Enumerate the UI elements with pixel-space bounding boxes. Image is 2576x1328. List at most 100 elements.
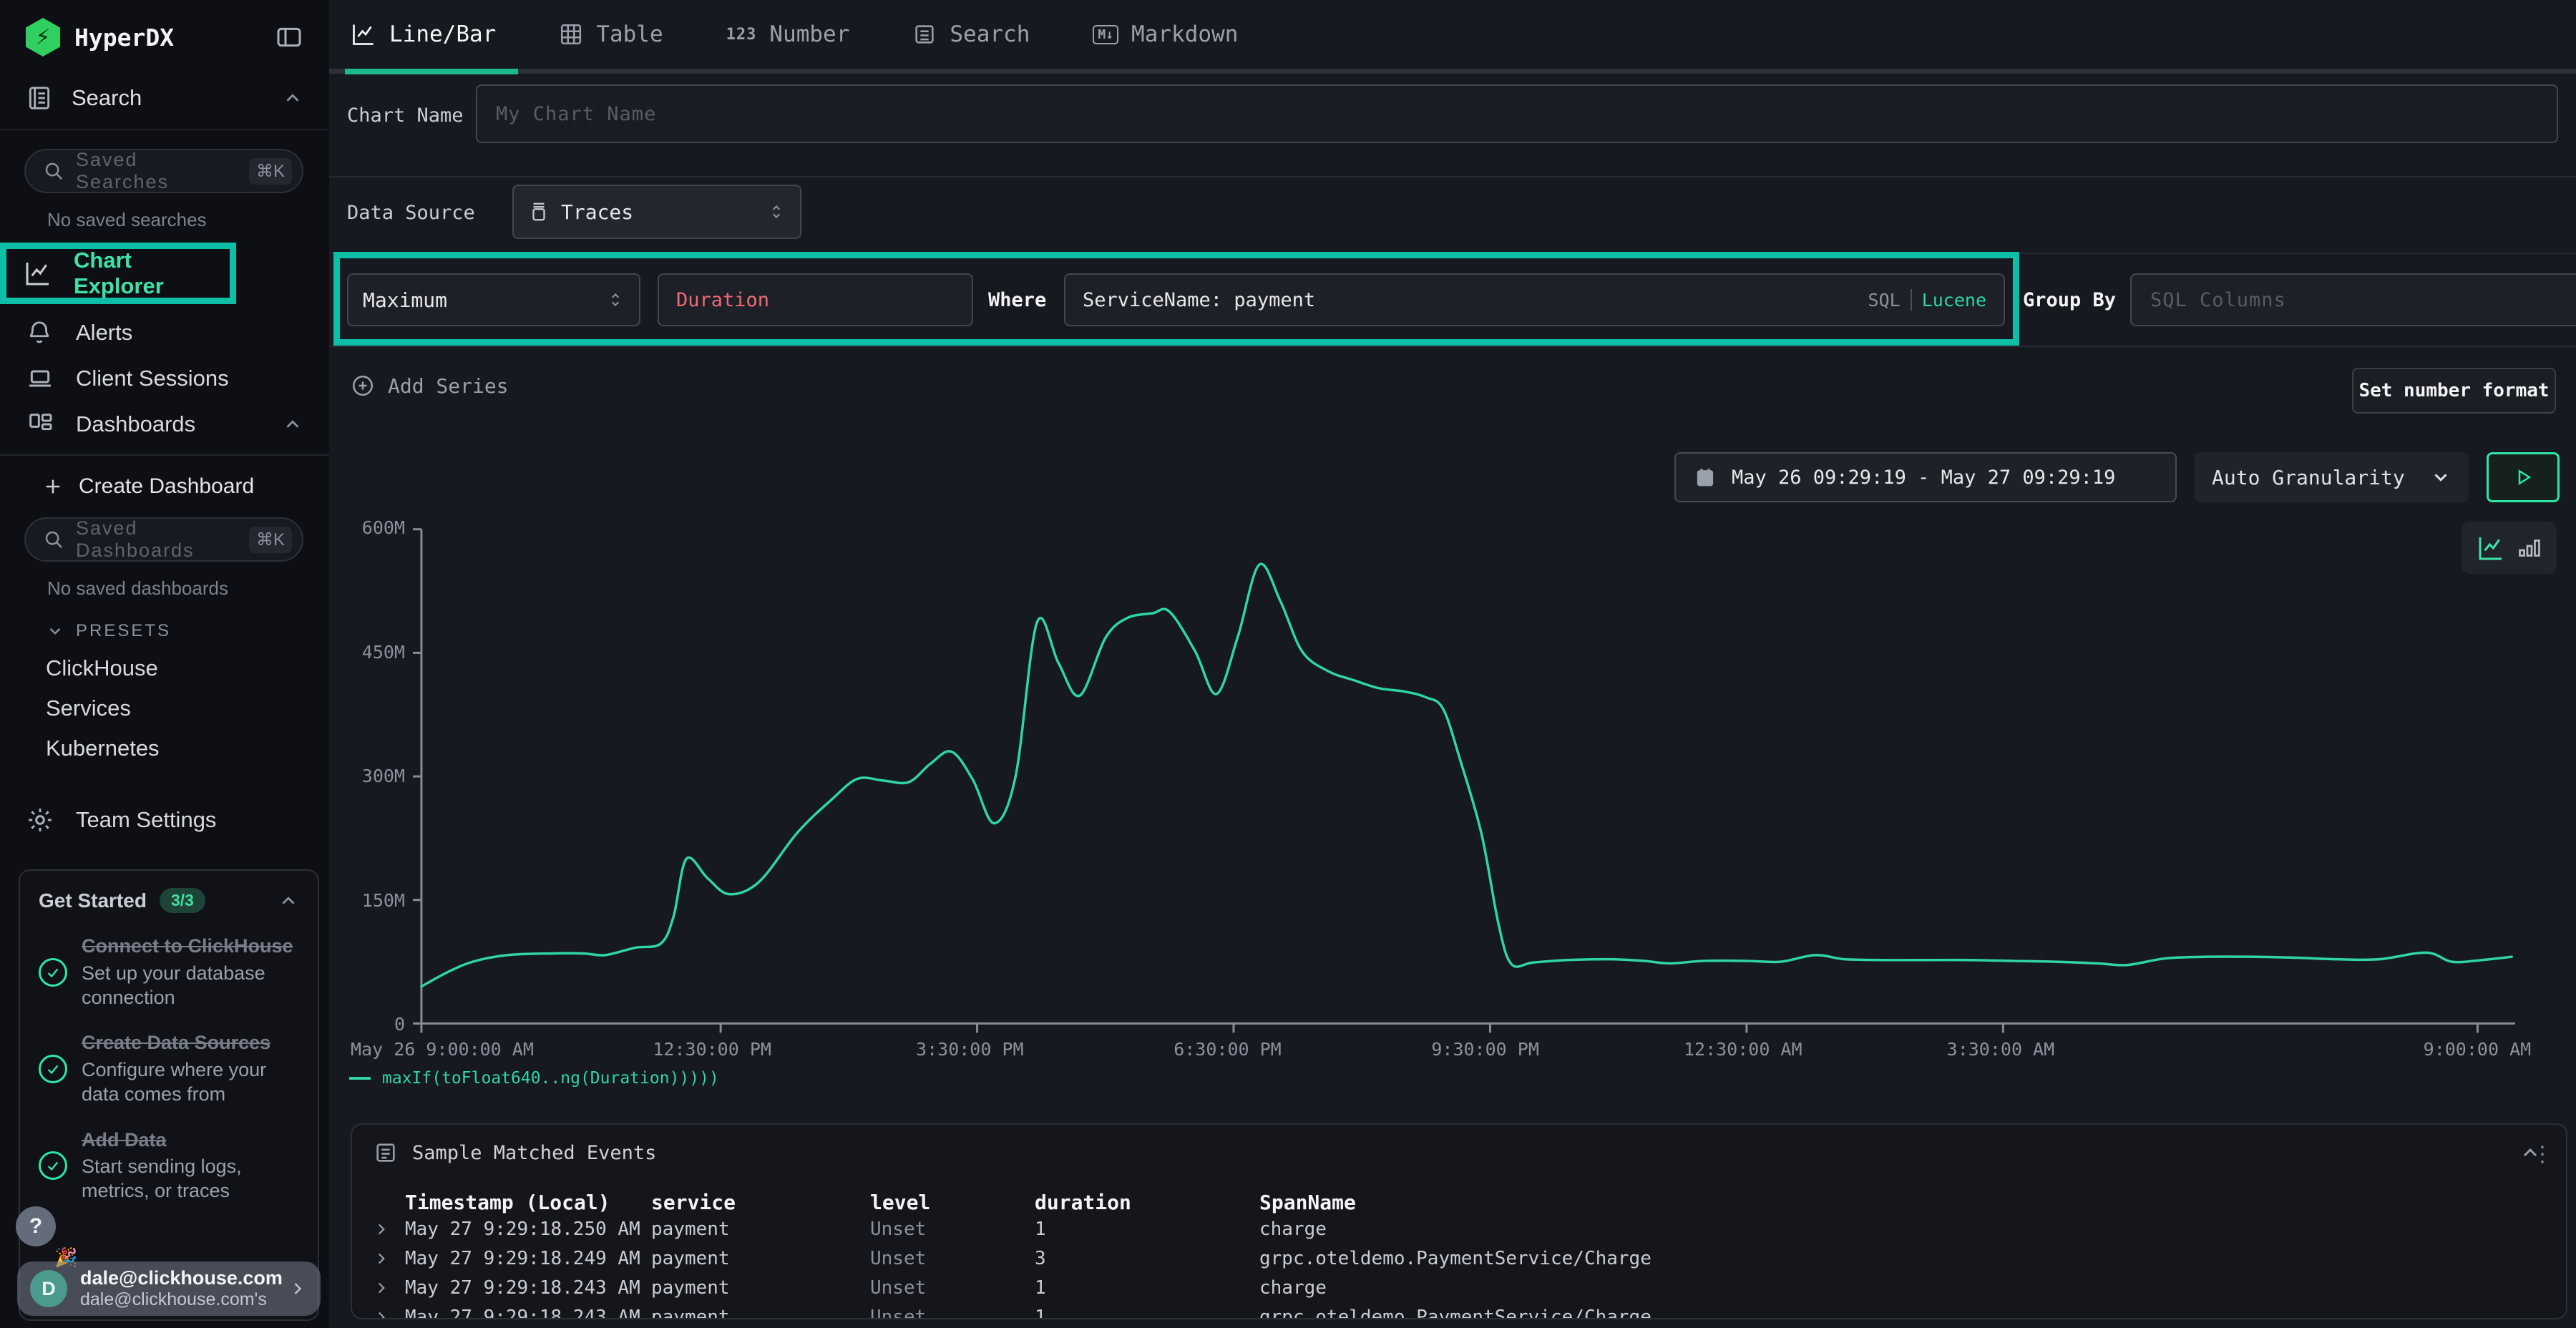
chart-type-tabbar: Line/Bar Table 123Number Search M↓Markdown: [329, 0, 2576, 74]
saved-searches-input[interactable]: Saved Searches ⌘K: [24, 149, 303, 193]
x-axis-tick-label: 9:30:00 PM: [1431, 1039, 1539, 1060]
tab-label: Number: [769, 21, 849, 47]
user-email: dale@clickhouse.com: [80, 1267, 275, 1289]
search-icon: [43, 160, 64, 182]
step-subtitle: Start sending logs, metrics, or traces: [82, 1155, 299, 1204]
markdown-icon: M↓: [1093, 25, 1118, 44]
tab-number[interactable]: 123Number: [726, 21, 850, 47]
check-circle-icon: [39, 1055, 67, 1083]
field-input[interactable]: Duration: [658, 273, 973, 326]
chevron-up-icon: [282, 414, 303, 435]
chart-name-label: Chart Name: [347, 104, 464, 127]
step-subtitle: Set up your database connection: [82, 962, 299, 1010]
sidebar-item-team-settings[interactable]: Team Settings: [0, 806, 329, 834]
column-header-spanname[interactable]: SpanName: [1259, 1191, 2526, 1214]
y-axis-tick-label: 450M: [329, 642, 405, 663]
table-row[interactable]: May 27 9:29:18.250 AMpaymentUnset1charge: [352, 1214, 2566, 1244]
get-started-step-connect[interactable]: Connect to ClickHouse Set up your databa…: [39, 934, 299, 1010]
cell-level: Unset: [870, 1277, 1035, 1299]
create-dashboard-button[interactable]: Create Dashboard: [43, 474, 329, 499]
sidebar-collapse-icon[interactable]: [275, 23, 303, 52]
chart-name-input[interactable]: [476, 84, 2558, 143]
table-row[interactable]: May 27 9:29:18.249 AMpaymentUnset3grpc.o…: [352, 1244, 2566, 1273]
sidebar-item-alerts[interactable]: Alerts: [0, 310, 329, 356]
lucene-toggle[interactable]: Lucene: [1922, 290, 1986, 311]
add-series-label: Add Series: [388, 374, 509, 398]
main-content: Line/Bar Table 123Number Search M↓Markdown C…: [329, 0, 2576, 1328]
preset-item-kubernetes[interactable]: Kubernetes: [46, 736, 329, 761]
run-query-button[interactable]: [2487, 452, 2560, 502]
column-header-level[interactable]: level: [870, 1191, 1035, 1214]
cell-timestamp: May 27 9:29:18.250 AM: [405, 1219, 651, 1240]
database-icon: [528, 201, 550, 223]
field-value: Duration: [676, 289, 769, 311]
chevron-up-icon: [282, 87, 303, 109]
aggregation-select[interactable]: Maximum: [347, 273, 640, 326]
user-menu[interactable]: D dale@clickhouse.com dale@clickhouse.co…: [17, 1261, 321, 1316]
saved-dashboards-input[interactable]: Saved Dashboards ⌘K: [24, 517, 303, 562]
divider: [329, 253, 2576, 254]
get-started-step-sources[interactable]: Create Data Sources Configure where your…: [39, 1031, 299, 1106]
cell-level: Unset: [870, 1307, 1035, 1320]
table-options-kebab-icon[interactable]: ⋮: [2532, 1142, 2553, 1167]
presets-toggle[interactable]: PRESETS: [46, 621, 329, 641]
where-input[interactable]: ServiceName: payment SQL Lucene: [1064, 273, 2005, 326]
search-section-icon: [26, 84, 53, 112]
sidebar-item-client-sessions[interactable]: Client Sessions: [0, 356, 329, 401]
data-source-select[interactable]: Traces: [512, 185, 801, 239]
active-tab-underline: [345, 69, 518, 74]
tab-table[interactable]: Table: [559, 21, 663, 47]
timeseries-chart[interactable]: [411, 528, 2515, 1043]
table-row[interactable]: May 27 9:29:18.243 AMpaymentUnset1charge: [352, 1273, 2566, 1302]
legend-label: maxIf(toFloat640..ng(Duration))))): [382, 1069, 719, 1088]
y-axis-tick-label: 600M: [329, 517, 405, 538]
cell-duration: 1: [1035, 1277, 1259, 1299]
column-header-timestamp[interactable]: Timestamp (Local): [405, 1191, 651, 1214]
row-expand-chevron-icon[interactable]: [372, 1308, 405, 1320]
cell-duration: 3: [1035, 1248, 1259, 1269]
row-expand-chevron-icon[interactable]: [372, 1279, 405, 1297]
get-started-step-add-data[interactable]: Add Data Start sending logs, metrics, or…: [39, 1128, 299, 1204]
group-by-input[interactable]: [2130, 273, 2576, 326]
check-circle-icon: [39, 1151, 67, 1180]
column-header-service[interactable]: service: [651, 1191, 870, 1214]
cell-service: payment: [651, 1248, 870, 1269]
plus-circle-icon: [351, 374, 375, 398]
step-title: Create Data Sources: [82, 1031, 299, 1055]
date-range-value: May 26 09:29:19 - May 27 09:29:19: [1732, 467, 2115, 489]
granularity-select[interactable]: Auto Granularity: [2195, 452, 2469, 502]
sidebar-item-label: Dashboards: [76, 411, 260, 437]
divider: [329, 346, 2576, 347]
saved-searches-placeholder: Saved Searches: [76, 149, 238, 193]
column-header-duration[interactable]: duration: [1035, 1191, 1259, 1214]
x-axis-tick-label: 3:30:00 PM: [916, 1039, 1024, 1060]
tab-markdown[interactable]: M↓Markdown: [1093, 21, 1238, 47]
sql-toggle[interactable]: SQL: [1868, 290, 1901, 311]
divider: [0, 454, 329, 456]
row-expand-chevron-icon[interactable]: [372, 1220, 405, 1239]
date-range-input[interactable]: May 26 09:29:19 - May 27 09:29:19: [1674, 452, 2177, 502]
add-series-button[interactable]: Add Series: [351, 374, 509, 398]
sidebar-item-label: Alerts: [76, 320, 303, 346]
help-button[interactable]: ?: [16, 1206, 56, 1246]
no-saved-dashboards-text: No saved dashboards: [47, 577, 329, 600]
table-row[interactable]: May 27 9:29:18.243 AMpaymentUnset1grpc.o…: [352, 1302, 2566, 1319]
chevron-up-icon[interactable]: [278, 890, 299, 912]
chevron-right-icon: [288, 1279, 308, 1299]
preset-item-services[interactable]: Services: [46, 695, 329, 721]
sidebar-section-search[interactable]: Search: [0, 74, 329, 129]
tab-search[interactable]: Search: [912, 21, 1030, 47]
brand-title: HyperDX: [74, 24, 260, 52]
sidebar-item-chart-explorer[interactable]: Chart Explorer: [6, 250, 230, 296]
cell-spanname: charge: [1259, 1219, 2526, 1240]
sidebar-item-label: Client Sessions: [76, 366, 303, 391]
set-number-format-button[interactable]: Set number format: [2352, 368, 2556, 414]
row-expand-chevron-icon[interactable]: [372, 1249, 405, 1268]
preset-item-clickhouse[interactable]: ClickHouse: [46, 655, 329, 681]
bar-chart-icon[interactable]: [2517, 535, 2542, 561]
shortcut-badge: ⌘K: [249, 158, 292, 185]
sidebar-item-dashboards[interactable]: Dashboards: [0, 401, 329, 447]
sidebar-item-label: Chart Explorer: [74, 248, 213, 299]
saved-dashboards-placeholder: Saved Dashboards: [76, 517, 238, 562]
tab-line-bar[interactable]: Line/Bar: [351, 21, 496, 47]
